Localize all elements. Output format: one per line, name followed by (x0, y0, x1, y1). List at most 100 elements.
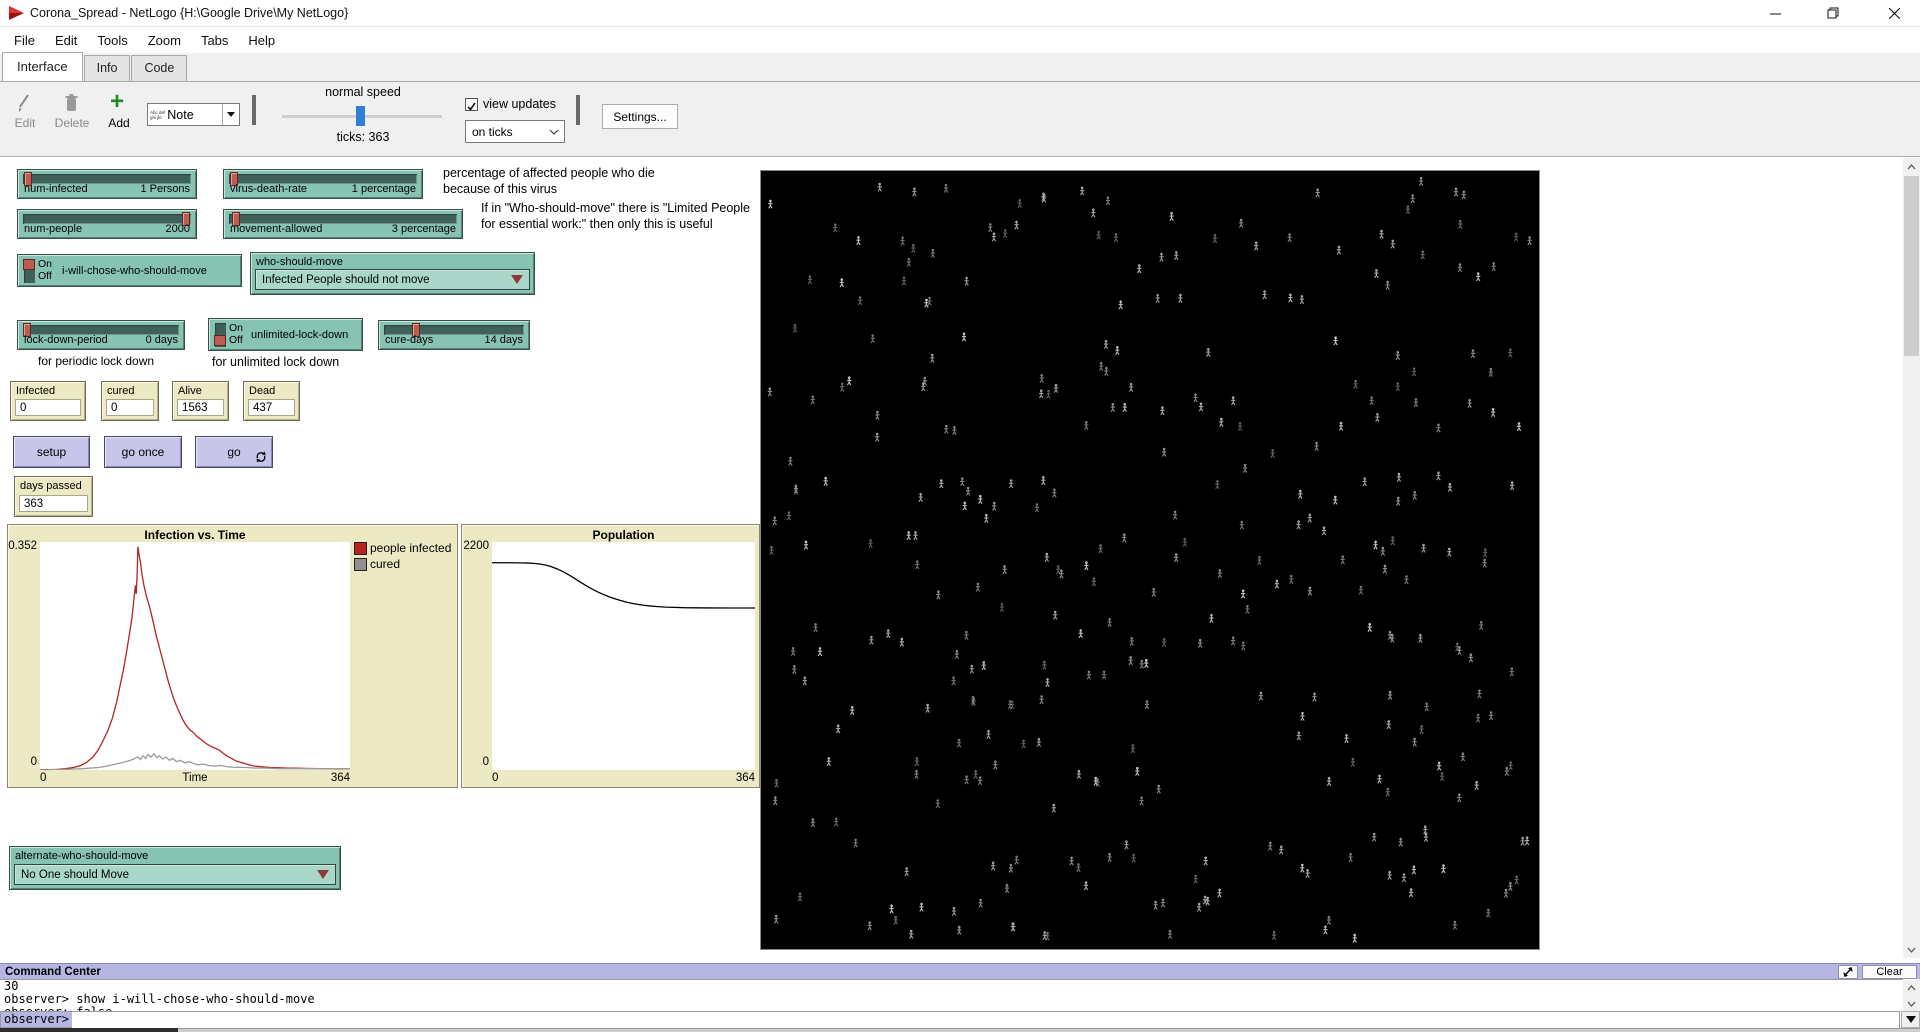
slider-value: 2000 (166, 223, 190, 235)
chooser-value-box[interactable]: No One should Move (14, 864, 336, 885)
switch-i-will-chose-who-should-move[interactable]: On Off i-will-chose-who-should-move (17, 254, 242, 287)
edit-pencil-icon[interactable] (17, 93, 31, 113)
command-input-row: observer> (0, 1011, 1900, 1028)
clear-button[interactable]: Clear (1862, 965, 1917, 979)
monitor-value: 437 (248, 399, 295, 416)
menu-tabs[interactable]: Tabs (191, 29, 238, 52)
update-mode-dropdown[interactable]: on ticks (465, 120, 565, 143)
legend-swatch-people-infected (354, 542, 367, 555)
menu-help[interactable]: Help (238, 29, 285, 52)
command-input[interactable] (72, 1012, 1899, 1028)
monitor-value: 0 (15, 399, 81, 416)
chooser-who-should-move[interactable]: who-should-move Infected People should n… (250, 252, 535, 295)
slider-num-infected[interactable]: num-infected1 Persons (17, 169, 197, 199)
slider-cure-days[interactable]: cure-days14 days (378, 320, 530, 350)
switch-on-label: On (38, 259, 52, 271)
tab-code[interactable]: Code (131, 55, 187, 81)
switch-toggle[interactable] (24, 259, 35, 283)
scroll-up-button[interactable] (1903, 980, 1920, 995)
title-bar: Corona_Spread - NetLogo {H:\Google Drive… (0, 0, 1920, 27)
slider-value: 3 percentage (392, 223, 456, 235)
tab-info[interactable]: Info (84, 55, 131, 81)
delete-trash-icon[interactable] (64, 93, 79, 113)
slider-num-people[interactable]: num-people 2000 (17, 209, 197, 239)
main-vertical-scrollbar[interactable] (1903, 158, 1920, 958)
window-bottom-edge (178, 1028, 1920, 1032)
minimize-button[interactable] (1752, 0, 1798, 26)
command-history-button[interactable] (1901, 1011, 1920, 1028)
switch-unlimited-lock-down[interactable]: On Off unlimited-lock-down (208, 318, 363, 351)
menu-edit[interactable]: Edit (45, 29, 87, 52)
command-output-scrollbar[interactable] (1903, 980, 1920, 1011)
chooser-alternate-who-should-move[interactable]: alternate-who-should-move No One should … (9, 846, 341, 890)
chooser-dropdown-icon (317, 870, 329, 879)
monitor-value: 363 (19, 495, 88, 512)
menu-tools[interactable]: Tools (87, 29, 137, 52)
setup-button[interactable]: setup (13, 436, 90, 468)
slider-movement-allowed[interactable]: movement-allowed3 percentage (223, 209, 463, 239)
world-view (760, 170, 1540, 950)
command-center-output: 30 observer> show i-will-chose-who-shoul… (0, 979, 1903, 1011)
chooser-label: alternate-who-should-move (15, 850, 148, 862)
slider-label: num-people (24, 223, 82, 235)
go-forever-button[interactable]: go (195, 436, 273, 468)
widget-type-value: Note (167, 108, 222, 122)
view-updates-checkbox[interactable] (465, 98, 478, 111)
speed-slider-label: normal speed (283, 85, 443, 99)
tab-interface[interactable]: Interface (2, 52, 83, 81)
switch-toggle[interactable] (215, 323, 226, 347)
legend-item: people infected (354, 541, 451, 555)
x-min-label: 0 (492, 772, 498, 784)
ticks-counter: ticks: 363 (283, 130, 443, 144)
scroll-down-button[interactable] (1903, 941, 1920, 958)
scroll-down-button[interactable] (1903, 996, 1920, 1011)
chevron-up-icon (1907, 164, 1916, 170)
minimize-icon (1770, 8, 1781, 19)
legend-item: cured (354, 557, 451, 571)
restore-button[interactable] (1810, 0, 1856, 26)
plot-title: Infection vs. Time (40, 528, 350, 542)
slider-lock-down-period[interactable]: lock-down-period0 days (17, 320, 185, 350)
legend-swatch-cured (354, 558, 367, 571)
chooser-dropdown-icon (511, 275, 523, 284)
add-tool-button[interactable]: Add (101, 116, 137, 130)
command-center-expand-button[interactable] (1838, 965, 1858, 979)
settings-button[interactable]: Settings... (602, 104, 678, 129)
update-mode-value: on ticks (472, 125, 549, 139)
slider-virus-death-rate[interactable]: virus-death-rate1 percentage (223, 169, 423, 199)
speed-slider-handle[interactable] (356, 106, 365, 126)
scroll-up-button[interactable] (1903, 158, 1920, 175)
y-min-label: 0 (462, 756, 489, 768)
slider-label: num-infected (24, 183, 88, 195)
menu-zoom[interactable]: Zoom (138, 29, 191, 52)
delete-tool-button[interactable]: Delete (50, 116, 94, 130)
toolbar: Edit Delete + Add Abc defghi jkl Note no… (0, 82, 1920, 157)
expand-diagonal-icon (1842, 966, 1854, 978)
chevron-down-icon (1907, 947, 1916, 953)
command-center-header: Command Center Clear (0, 963, 1920, 979)
netlogo-logo-icon (8, 5, 25, 21)
go-once-button[interactable]: go once (104, 436, 182, 468)
taskbar-edge (0, 1028, 178, 1032)
monitor-alive: Alive 1563 (172, 381, 229, 421)
widget-type-dropdown[interactable]: Abc defghi jkl Note (147, 103, 240, 126)
plot-population: Population 2200 0 0 364 (461, 524, 760, 788)
monitor-cured: cured 0 (101, 381, 159, 421)
chooser-value-box[interactable]: Infected People should not move (255, 269, 530, 290)
close-icon (1889, 8, 1900, 19)
edit-tool-button[interactable]: Edit (8, 116, 42, 130)
note-movement: If in "Who-should-move" there is "Limite… (481, 200, 750, 232)
command-center-title: Command Center (0, 966, 101, 978)
menu-bar: File Edit Tools Zoom Tabs Help (0, 27, 1920, 53)
monitor-infected: Infected 0 (10, 381, 86, 421)
add-plus-icon[interactable]: + (110, 88, 124, 116)
scroll-thumb[interactable] (1904, 176, 1919, 356)
dropdown-arrow-icon (222, 104, 239, 125)
menu-file[interactable]: File (4, 29, 45, 52)
checkmark-icon (466, 101, 477, 112)
close-button[interactable] (1868, 0, 1920, 26)
chooser-value: Infected People should not move (262, 274, 430, 286)
toolbar-separator (252, 95, 256, 125)
y-max-label: 2200 (462, 540, 489, 552)
chevron-down-icon (549, 129, 559, 135)
